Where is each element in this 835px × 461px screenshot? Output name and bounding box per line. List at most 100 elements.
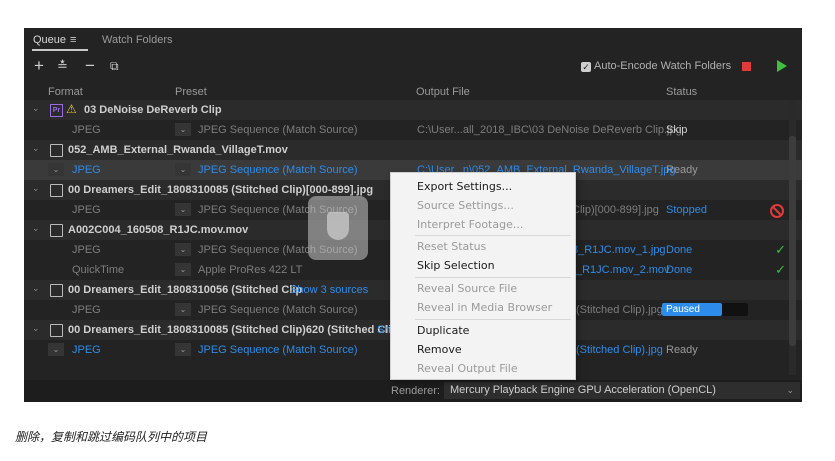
output-file-value[interactable]: Clip)[000-899].jpg	[572, 204, 659, 216]
chevron-down-icon[interactable]: ⌄	[175, 163, 191, 176]
preset-value[interactable]: JPEG Sequence (Match Source)	[198, 304, 358, 316]
chevron-down-icon[interactable]: ⌄	[32, 183, 40, 194]
menu-separator	[415, 319, 571, 320]
chevron-down-icon[interactable]: ⌄	[32, 223, 40, 234]
status-value: Stopped	[666, 204, 707, 216]
remove-icon[interactable]: −	[85, 56, 95, 76]
auto-encode-toggle[interactable]: ✓ Auto-Encode Watch Folders	[581, 60, 731, 72]
chevron-down-icon[interactable]: ⌄	[32, 283, 40, 294]
tab-watch-folders[interactable]: Watch Folders	[102, 34, 173, 46]
stitched-clip-icon	[50, 324, 63, 337]
group-title: 052_AMB_External_Rwanda_VillageT.mov	[68, 144, 288, 156]
column-header-format[interactable]: Format	[48, 86, 83, 98]
chevron-down-icon[interactable]: ⌄	[175, 123, 191, 136]
chevron-down-icon[interactable]: ⌄	[175, 243, 191, 256]
panel-tabs: Queue ≡ Watch Folders	[24, 28, 802, 52]
queue-group[interactable]: ⌄ Pr ⚠ 03 DeNoise DeReverb Clip	[24, 100, 802, 120]
menu-item-skip-selection[interactable]: Skip Selection	[417, 259, 495, 272]
output-file-value[interactable]: _R1JC.mov_2.mov	[576, 264, 670, 276]
format-value[interactable]: JPEG	[72, 344, 101, 356]
tab-queue[interactable]: Queue	[33, 34, 66, 46]
checkmark-icon: ✓	[775, 262, 786, 277]
menu-item-reset-status[interactable]: Reset Status	[417, 240, 486, 253]
format-value[interactable]: JPEG	[72, 244, 101, 256]
preset-value[interactable]: Apple ProRes 422 LT	[198, 264, 302, 276]
format-value[interactable]: JPEG	[72, 304, 101, 316]
menu-separator	[415, 277, 571, 278]
status-value: Ready	[666, 344, 698, 356]
warning-icon: ⚠	[66, 102, 77, 116]
renderer-value: Mercury Playback Engine GPU Acceleration…	[450, 384, 716, 396]
duplicate-icon[interactable]: ⧉	[110, 56, 119, 76]
chevron-down-icon[interactable]: ⌄	[32, 103, 40, 114]
group-title: 00 Dreamers_Edit_1808310085 (Stitched Cl…	[68, 184, 374, 196]
checkmark-icon: ✓	[775, 242, 786, 257]
start-queue-button[interactable]	[777, 60, 787, 72]
output-file-value[interactable]: (Stitched Clip).jpg	[576, 344, 663, 356]
menu-item-source-settings[interactable]: Source Settings...	[417, 199, 514, 212]
menu-item-interpret-footage[interactable]: Interpret Footage...	[417, 218, 523, 231]
prohibited-icon	[770, 204, 784, 218]
group-title: 03 DeNoise DeReverb Clip	[84, 104, 222, 116]
status-value: Done	[666, 264, 693, 276]
chevron-down-icon: ⌄	[786, 385, 794, 395]
column-header-preset[interactable]: Preset	[175, 86, 207, 98]
show-sources-link[interactable]: Show 3 sources	[290, 284, 368, 296]
group-title: 00 Dreamers_Edit_1808310085 (Stitched Cl…	[68, 324, 399, 336]
format-value[interactable]: JPEG	[72, 124, 101, 136]
menu-item-duplicate[interactable]: Duplicate	[417, 324, 469, 337]
queue-toolbar: + ≛ − ⧉ ✓ Auto-Encode Watch Folders	[24, 56, 802, 78]
group-title: A002C004_160508_R1JC.mov.mov	[68, 224, 249, 236]
checkbox-checked-icon[interactable]: ✓	[581, 62, 591, 72]
progress-bar: Paused	[662, 303, 722, 316]
chevron-down-icon[interactable]: ⌄	[175, 303, 191, 316]
menu-item-remove[interactable]: Remove	[417, 343, 462, 356]
chevron-down-icon[interactable]: ⌄	[48, 343, 64, 356]
menu-item-reveal-source-file[interactable]: Reveal Source File	[417, 282, 517, 295]
format-value[interactable]: JPEG	[72, 204, 101, 216]
settings-sliders-icon[interactable]: ≛	[57, 56, 68, 76]
stop-queue-button[interactable]	[742, 62, 751, 71]
preset-value[interactable]: JPEG Sequence (Match Source)	[198, 344, 358, 356]
premiere-pro-icon: Pr	[50, 104, 63, 117]
scrollbar-thumb[interactable]	[789, 136, 796, 346]
image-sequence-icon	[50, 184, 63, 197]
menu-item-reveal-in-media-browser[interactable]: Reveal in Media Browser	[417, 301, 552, 314]
chevron-down-icon[interactable]: ⌄	[175, 203, 191, 216]
status-value: Paused	[666, 304, 700, 315]
format-value[interactable]: JPEG	[72, 164, 101, 176]
menu-separator	[415, 235, 571, 236]
chevron-down-icon[interactable]: ⌄	[175, 263, 191, 276]
output-file-value[interactable]: C:\User...all_2018_IBC\03 DeNoise DeReve…	[417, 124, 682, 136]
queue-group[interactable]: ⌄ 052_AMB_External_Rwanda_VillageT.mov	[24, 140, 802, 160]
renderer-select[interactable]: Mercury Playback Engine GPU Acceleration…	[444, 382, 800, 399]
figure-caption: 删除，复制和跳过编码队列中的项目	[15, 430, 208, 444]
add-source-icon[interactable]: +	[34, 56, 44, 76]
media-file-icon	[50, 144, 63, 157]
column-header-output[interactable]: Output File	[416, 86, 470, 98]
status-value: Ready	[666, 164, 698, 176]
tab-queue-underline	[32, 49, 88, 51]
menu-item-export-settings[interactable]: Export Settings...	[417, 180, 512, 193]
chevron-down-icon[interactable]: ⌄	[32, 143, 40, 154]
status-value: Skip	[666, 124, 688, 136]
column-header-status[interactable]: Status	[666, 86, 697, 98]
context-menu: Export Settings... Source Settings... In…	[390, 172, 576, 380]
chevron-down-icon[interactable]: ⌄	[48, 163, 64, 176]
renderer-label: Renderer:	[391, 385, 440, 397]
media-file-icon	[50, 224, 63, 237]
renderer-bar: Renderer: Mercury Playback Engine GPU Ac…	[24, 380, 802, 402]
table-row[interactable]: JPEG ⌄ JPEG Sequence (Match Source) C:\U…	[24, 120, 802, 140]
preset-value[interactable]: JPEG Sequence (Match Source)	[198, 164, 358, 176]
group-title: 00 Dreamers_Edit_1808310056 (Stitched Cl…	[68, 284, 303, 296]
queue-menu-icon[interactable]: ≡	[70, 34, 76, 46]
show-sources-link[interactable]: Sh	[377, 324, 390, 336]
format-value[interactable]: QuickTime	[72, 264, 124, 276]
output-file-value[interactable]: 8_R1JC.mov_1.jpg	[572, 244, 666, 256]
output-file-value[interactable]: (Stitched Clip).jpg	[576, 304, 663, 316]
preset-value[interactable]: JPEG Sequence (Match Source)	[198, 124, 358, 136]
chevron-down-icon[interactable]: ⌄	[32, 323, 40, 334]
chevron-down-icon[interactable]: ⌄	[175, 343, 191, 356]
menu-item-reveal-output-file[interactable]: Reveal Output File	[417, 362, 518, 375]
auto-encode-label: Auto-Encode Watch Folders	[594, 60, 732, 72]
